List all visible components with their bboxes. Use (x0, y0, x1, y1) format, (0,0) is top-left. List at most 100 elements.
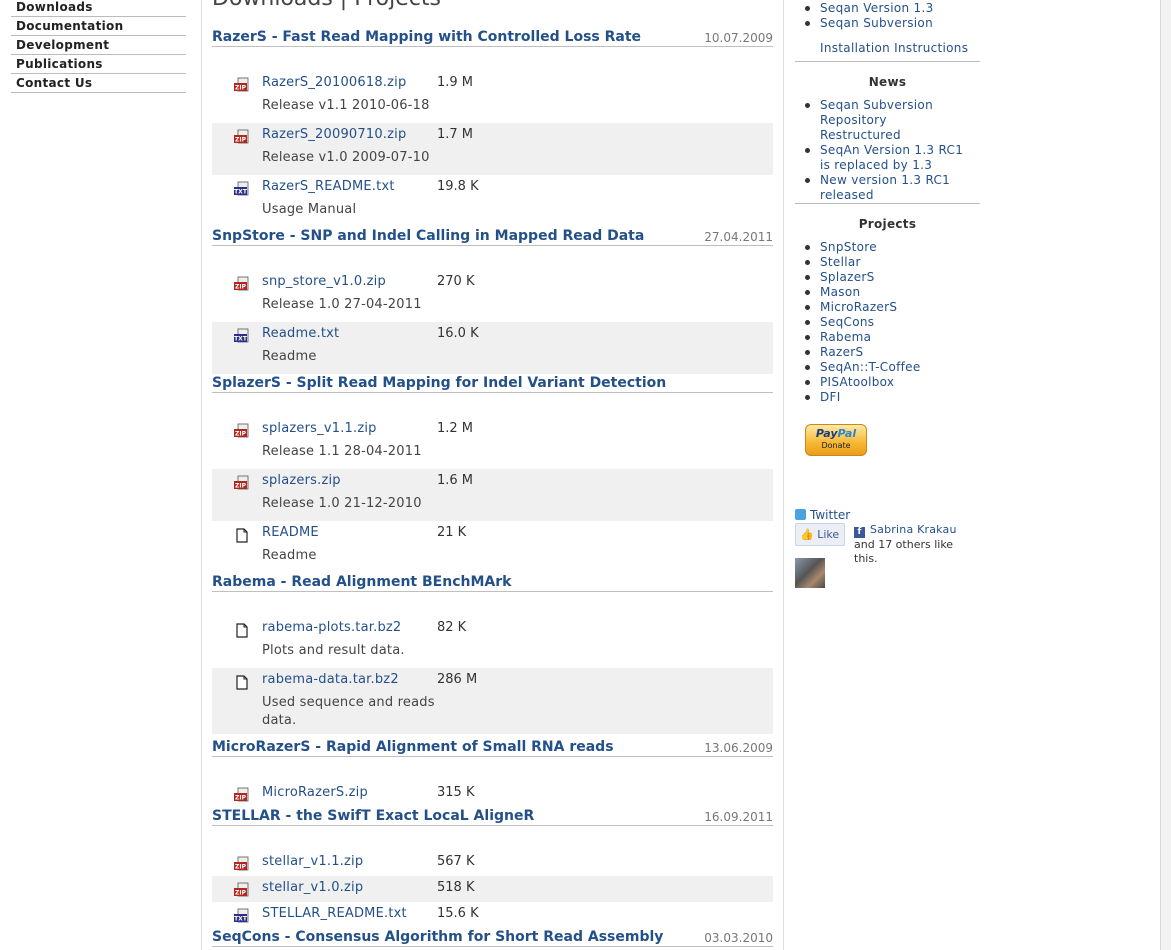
sidebar-divider (795, 61, 980, 62)
zip-icon: ZIP (233, 787, 250, 804)
file-size: 16.0 K (437, 326, 479, 341)
project-link[interactable]: SnpStore (820, 240, 877, 254)
section-title[interactable]: SeqCons - Consensus Algorithm for Short … (212, 929, 663, 945)
file-row: rabema-data.tar.bz2 286 M Used sequence an… (212, 668, 773, 734)
svg-text:ZIP: ZIP (235, 794, 247, 801)
project-item: SnpStore (795, 240, 980, 255)
svg-text:ZIP: ZIP (235, 283, 247, 290)
facebook-like-button[interactable]: 👍 Like (795, 523, 845, 546)
facebook-user-link[interactable]: Sabrina Krakau (870, 523, 957, 536)
file-size: 1.7 M (437, 127, 474, 142)
file-description: Used sequence and reads data. (262, 695, 435, 728)
project-item: Rabema (795, 330, 980, 345)
file-download-link[interactable]: RazerS_20090710.zip (262, 127, 406, 142)
file-row: ZIP stellar_v1.1.zip 567 K (212, 850, 773, 876)
file-download-link[interactable]: Readme.txt (262, 326, 339, 341)
file-row: ZIP RazerS_20090710.zip 1.7 M Release v1.0 … (212, 123, 773, 175)
file-description: Readme (262, 349, 317, 364)
download-section: Rabema - Read Alignment BEnchMArk rabema-… (212, 571, 773, 734)
zip-icon: ZIP (233, 423, 250, 440)
news-link[interactable]: New version 1.3 RC1 released (820, 173, 950, 202)
section-date: 16.09.2011 (704, 810, 773, 824)
file-download-link[interactable]: RazerS_README.txt (262, 179, 395, 194)
nav-item-development[interactable]: Development (11, 36, 186, 55)
project-link[interactable]: Stellar (820, 255, 861, 269)
project-item: Stellar (795, 255, 980, 270)
file-size: 567 K (437, 854, 475, 869)
file-download-link[interactable]: RazerS_20100618.zip (262, 75, 406, 90)
section-title[interactable]: SnpStore - SNP and Indel Calling in Mapp… (212, 228, 644, 244)
file-description: Release 1.0 21-12-2010 (262, 496, 422, 511)
nav-item-downloads[interactable]: Downloads (11, 0, 186, 17)
file-list: ZIP RazerS_20100618.zip 1.9 M Release v1.1 … (212, 71, 773, 227)
section-header: MicroRazerS - Rapid Alignment of Small R… (212, 736, 773, 757)
facebook-like-text: f Sabrina Krakau and 17 others like this. (854, 523, 979, 566)
zip-icon: ZIP (233, 129, 250, 146)
news-link[interactable]: SeqAn Version 1.3 RC1 is replaced by 1.3 (820, 143, 963, 172)
twitter-label: Twitter (810, 508, 851, 522)
sidebar-divider (795, 203, 980, 204)
svg-text:TXT: TXT (234, 335, 248, 342)
section-header: STELLAR - the SwifT Exact LocaL AligneR 1… (212, 805, 773, 826)
file-download-link[interactable]: MicroRazerS.zip (262, 785, 368, 800)
news-list: Seqan Subversion Repository Restructured… (795, 98, 980, 203)
sidebar-top-link[interactable]: Seqan Version 1.3 (820, 1, 934, 15)
file-list: ZIP MicroRazerS.zip 315 K (212, 781, 773, 807)
project-link[interactable]: SeqAn::T-Coffee (820, 360, 921, 374)
file-description: Release v1.0 2009-07-10 (262, 150, 430, 165)
file-icon (233, 622, 250, 639)
section-title[interactable]: MicroRazerS - Rapid Alignment of Small R… (212, 739, 614, 755)
project-link[interactable]: SplazerS (820, 270, 875, 284)
file-download-link[interactable]: rabema-plots.tar.bz2 (262, 620, 401, 635)
section-header: SeqCons - Consensus Algorithm for Short … (212, 926, 773, 947)
sidebar-top-link[interactable]: Seqan Subversion (820, 16, 933, 30)
svg-text:ZIP: ZIP (235, 482, 247, 489)
nav-item-publications[interactable]: Publications (11, 55, 186, 74)
file-download-link[interactable]: snp_store_v1.0.zip (262, 274, 386, 289)
zip-icon: ZIP (233, 475, 250, 492)
file-download-link[interactable]: README (262, 525, 319, 540)
project-link[interactable]: SeqCons (820, 315, 874, 329)
file-size: 1.9 M (437, 75, 474, 90)
section-title[interactable]: Rabema - Read Alignment BEnchMArk (212, 574, 511, 590)
section-title[interactable]: RazerS - Fast Read Mapping with Controll… (212, 29, 641, 45)
file-list: ZIP snp_store_v1.0.zip 270 K Release 1.0 27… (212, 270, 773, 374)
project-link[interactable]: RazerS (820, 345, 863, 359)
file-row: ZIP snp_store_v1.0.zip 270 K Release 1.0 27… (212, 270, 773, 322)
paypal-donate-button[interactable]: PayPal Donate (805, 424, 867, 456)
file-download-link[interactable]: STELLAR_README.txt (262, 906, 407, 921)
project-link[interactable]: Rabema (820, 330, 871, 344)
file-download-link[interactable]: stellar_v1.0.zip (262, 880, 363, 895)
zip-icon: ZIP (233, 882, 250, 899)
file-size: 1.2 M (437, 421, 474, 436)
facebook-friend-avatar[interactable] (795, 558, 825, 588)
project-link[interactable]: MicroRazerS (820, 300, 897, 314)
nav-item-documentation[interactable]: Documentation (11, 17, 186, 36)
file-size: 82 K (437, 620, 467, 635)
thumbs-up-icon: 👍 (800, 528, 814, 541)
project-link[interactable]: DFI (820, 390, 841, 404)
file-description: Release v1.1 2010-06-18 (262, 98, 430, 113)
file-download-link[interactable]: splazers_v1.1.zip (262, 421, 377, 436)
news-link[interactable]: Seqan Subversion Repository Restructured (820, 98, 933, 142)
file-size: 1.6 M (437, 473, 474, 488)
file-download-link[interactable]: splazers.zip (262, 473, 341, 488)
project-link[interactable]: PISAtoolbox (820, 375, 894, 389)
file-download-link[interactable]: rabema-data.tar.bz2 (262, 672, 399, 687)
section-header: SnpStore - SNP and Indel Calling in Mapp… (212, 225, 773, 246)
section-title[interactable]: SplazerS - Split Read Mapping for Indel … (212, 375, 666, 391)
project-item: PISAtoolbox (795, 375, 980, 390)
txt-icon: TXT (233, 328, 250, 345)
section-title[interactable]: STELLAR - the SwifT Exact LocaL AligneR (212, 808, 534, 824)
file-description: Usage Manual (262, 202, 357, 217)
svg-text:TXT: TXT (234, 915, 248, 922)
file-description: Release 1.1 28-04-2011 (262, 444, 422, 459)
file-size: 15.6 K (437, 906, 479, 921)
file-row: ZIP RazerS_20100618.zip 1.9 M Release v1.1 … (212, 71, 773, 123)
file-download-link[interactable]: stellar_v1.1.zip (262, 854, 363, 869)
news-item: Seqan Subversion Repository Restructured (795, 98, 965, 143)
project-link[interactable]: Mason (820, 285, 860, 299)
nav-item-contact-us[interactable]: Contact Us (11, 74, 186, 93)
installation-instructions-link[interactable]: Installation Instructions (820, 41, 968, 55)
twitter-link[interactable]: Twitter (795, 508, 850, 522)
